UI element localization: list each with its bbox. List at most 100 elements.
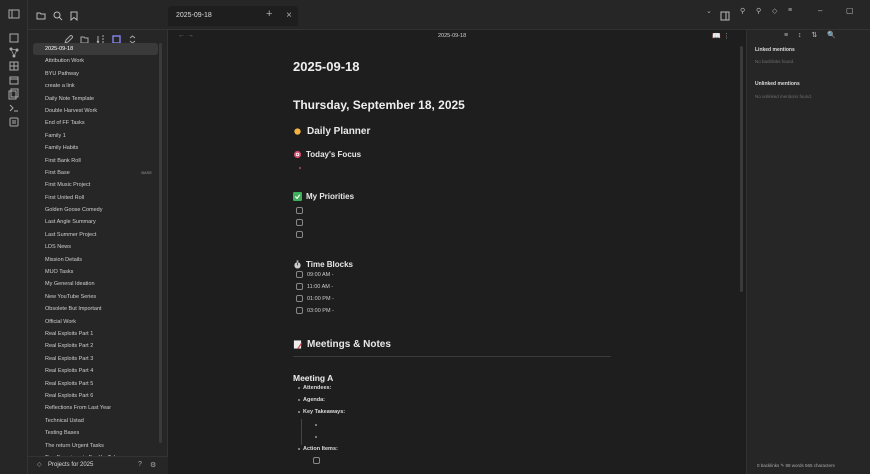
- quick-switcher-icon[interactable]: [7, 32, 21, 44]
- file-item[interactable]: Official Work: [33, 316, 158, 328]
- file-item[interactable]: Last Angle Summary: [33, 216, 158, 228]
- new-tab-icon[interactable]: +: [266, 8, 272, 20]
- file-item[interactable]: LDS News: [33, 241, 158, 253]
- templates-icon[interactable]: [7, 88, 21, 100]
- file-item[interactable]: Real Exploits Part 4: [33, 365, 158, 377]
- maximize-window-icon[interactable]: ▢: [846, 6, 854, 15]
- attendees-item[interactable]: Attendees:: [298, 385, 331, 391]
- terminal-icon[interactable]: [7, 102, 21, 114]
- file-item[interactable]: 2025-09-18: [33, 43, 158, 56]
- status-bar: 0 backlinks ✎ 88 words 565 characters: [757, 463, 835, 468]
- outgoing-links-tab-icon[interactable]: ⚲: [756, 7, 761, 15]
- file-item[interactable]: Last Summer Project: [33, 229, 158, 241]
- file-item-label: Reflections From Last Year: [45, 405, 112, 412]
- inline-title[interactable]: 2025-09-18: [293, 59, 360, 74]
- priority-checkbox[interactable]: [296, 231, 303, 238]
- file-item-label: MUO Tasks: [45, 269, 74, 276]
- action-items-item[interactable]: Action Items:: [298, 446, 338, 452]
- settings-gear-icon[interactable]: ⚙: [150, 461, 156, 469]
- file-item[interactable]: create a link: [33, 80, 158, 92]
- note-header-title[interactable]: 2025-09-18: [438, 33, 466, 39]
- time-block-item[interactable]: 11:00 AM -: [296, 283, 333, 290]
- toggle-sidebar-icon[interactable]: [7, 8, 21, 20]
- time-block-checkbox[interactable]: [296, 307, 303, 314]
- linked-mentions-header[interactable]: Linked mentions: [755, 47, 795, 53]
- file-item[interactable]: MUO Tasks: [33, 266, 158, 278]
- audio-recorder-icon[interactable]: [7, 116, 21, 128]
- outline-tab-icon[interactable]: ≡: [788, 7, 792, 14]
- file-item[interactable]: Obsolete But Important: [33, 303, 158, 315]
- file-item[interactable]: Daily Note Template: [33, 93, 158, 105]
- nav-back-forward[interactable]: ← →: [178, 32, 194, 39]
- file-item[interactable]: Family Habits: [33, 142, 158, 154]
- file-item[interactable]: End of FF Tasks: [33, 117, 158, 129]
- file-item[interactable]: My General Ideation: [33, 278, 158, 290]
- unlinked-mentions-header[interactable]: Unlinked mentions: [755, 81, 800, 87]
- file-item[interactable]: Attribution Work: [33, 55, 158, 67]
- time-block-item[interactable]: 01:00 PM -: [296, 295, 334, 302]
- help-icon[interactable]: [7, 462, 21, 474]
- sort-icon[interactable]: [96, 31, 106, 45]
- auto-reveal-icon[interactable]: [112, 31, 122, 44]
- time-block-checkbox[interactable]: [296, 283, 303, 290]
- file-item[interactable]: Family 1: [33, 130, 158, 142]
- file-item[interactable]: Mission Details: [33, 254, 158, 266]
- backlinks-toolbar[interactable]: ≡ ↕ ⇅ 🔍: [784, 31, 840, 39]
- file-item[interactable]: BYU Pathway: [33, 68, 158, 80]
- file-item[interactable]: Testing Bases: [33, 427, 158, 439]
- explorer-scrollbar[interactable]: [159, 43, 162, 443]
- file-item[interactable]: Double Harvest Work: [33, 105, 158, 117]
- file-item[interactable]: First United Roll: [33, 192, 158, 204]
- time-block-item[interactable]: 03:00 PM -: [296, 307, 334, 314]
- file-item[interactable]: The return Urgent Tasks: [33, 440, 158, 452]
- vault-name: Projects for 2025: [48, 462, 94, 468]
- file-item[interactable]: First Bank Roll: [33, 155, 158, 167]
- file-item[interactable]: Real Exploits Part 3: [33, 353, 158, 365]
- file-item[interactable]: New YouTube Series: [33, 291, 158, 303]
- toggle-right-sidebar-icon[interactable]: [720, 8, 730, 26]
- file-item[interactable]: Real Exploits Part 5: [33, 378, 158, 390]
- empty-sub-bullet: [315, 436, 317, 438]
- action-item-checkbox[interactable]: [313, 457, 320, 464]
- daily-planner-heading: Daily Planner: [293, 126, 370, 137]
- canvas-icon[interactable]: [7, 60, 21, 72]
- todays-focus-heading: Today's Focus: [293, 150, 361, 159]
- help-icon[interactable]: ?: [138, 461, 142, 468]
- daily-note-icon[interactable]: [7, 74, 21, 86]
- file-item-label: Family 1: [45, 132, 66, 139]
- time-block-checkbox[interactable]: [296, 271, 303, 278]
- graph-view-icon[interactable]: [7, 46, 21, 58]
- file-item-label: Family Habits: [45, 145, 79, 152]
- files-icon[interactable]: [36, 8, 46, 26]
- tab-active-note[interactable]: 2025-09-18 ×: [168, 6, 298, 26]
- collapse-all-icon[interactable]: [128, 31, 138, 44]
- file-item-label: First Music Project: [45, 182, 91, 189]
- tab-list-chevron-icon[interactable]: ⌄: [706, 7, 712, 15]
- reading-view-icon[interactable]: 📖 ⋮: [712, 32, 730, 40]
- priority-checkbox[interactable]: [296, 219, 303, 226]
- search-icon[interactable]: [53, 8, 63, 26]
- file-item[interactable]: Golden Goose Comedy: [33, 204, 158, 216]
- file-item[interactable]: Reflections From Last Year: [33, 402, 158, 414]
- vault-switcher[interactable]: ◇ Projects for 2025 ? ⚙: [28, 456, 168, 474]
- backlinks-tab-icon[interactable]: ⚲: [740, 7, 745, 15]
- editor-scrollbar[interactable]: [740, 46, 743, 292]
- time-block-item[interactable]: 09:00 AM -: [296, 271, 334, 278]
- key-takeaways-item[interactable]: Key Takeaways:: [298, 409, 345, 415]
- tags-tab-icon[interactable]: ◇: [772, 7, 777, 15]
- time-block-checkbox[interactable]: [296, 295, 303, 302]
- file-item[interactable]: First Music Project: [33, 179, 158, 191]
- file-item[interactable]: Real Exploits Part 2: [33, 340, 158, 352]
- priority-checkbox[interactable]: [296, 207, 303, 214]
- agenda-item[interactable]: Agenda:: [298, 397, 325, 403]
- file-item-label: Real Exploits Part 1: [45, 330, 94, 337]
- close-tab-icon[interactable]: ×: [286, 10, 292, 21]
- file-item[interactable]: First Base BASE: [33, 167, 158, 179]
- minimize-window-icon[interactable]: –: [818, 6, 822, 15]
- new-note-icon[interactable]: [64, 31, 74, 44]
- bookmark-icon[interactable]: [69, 8, 79, 26]
- file-item[interactable]: Technical Ustad: [33, 415, 158, 427]
- file-item[interactable]: Real Exploits Part 6: [33, 390, 158, 402]
- new-folder-icon[interactable]: [80, 31, 90, 44]
- file-item[interactable]: Real Exploits Part 1: [33, 328, 158, 340]
